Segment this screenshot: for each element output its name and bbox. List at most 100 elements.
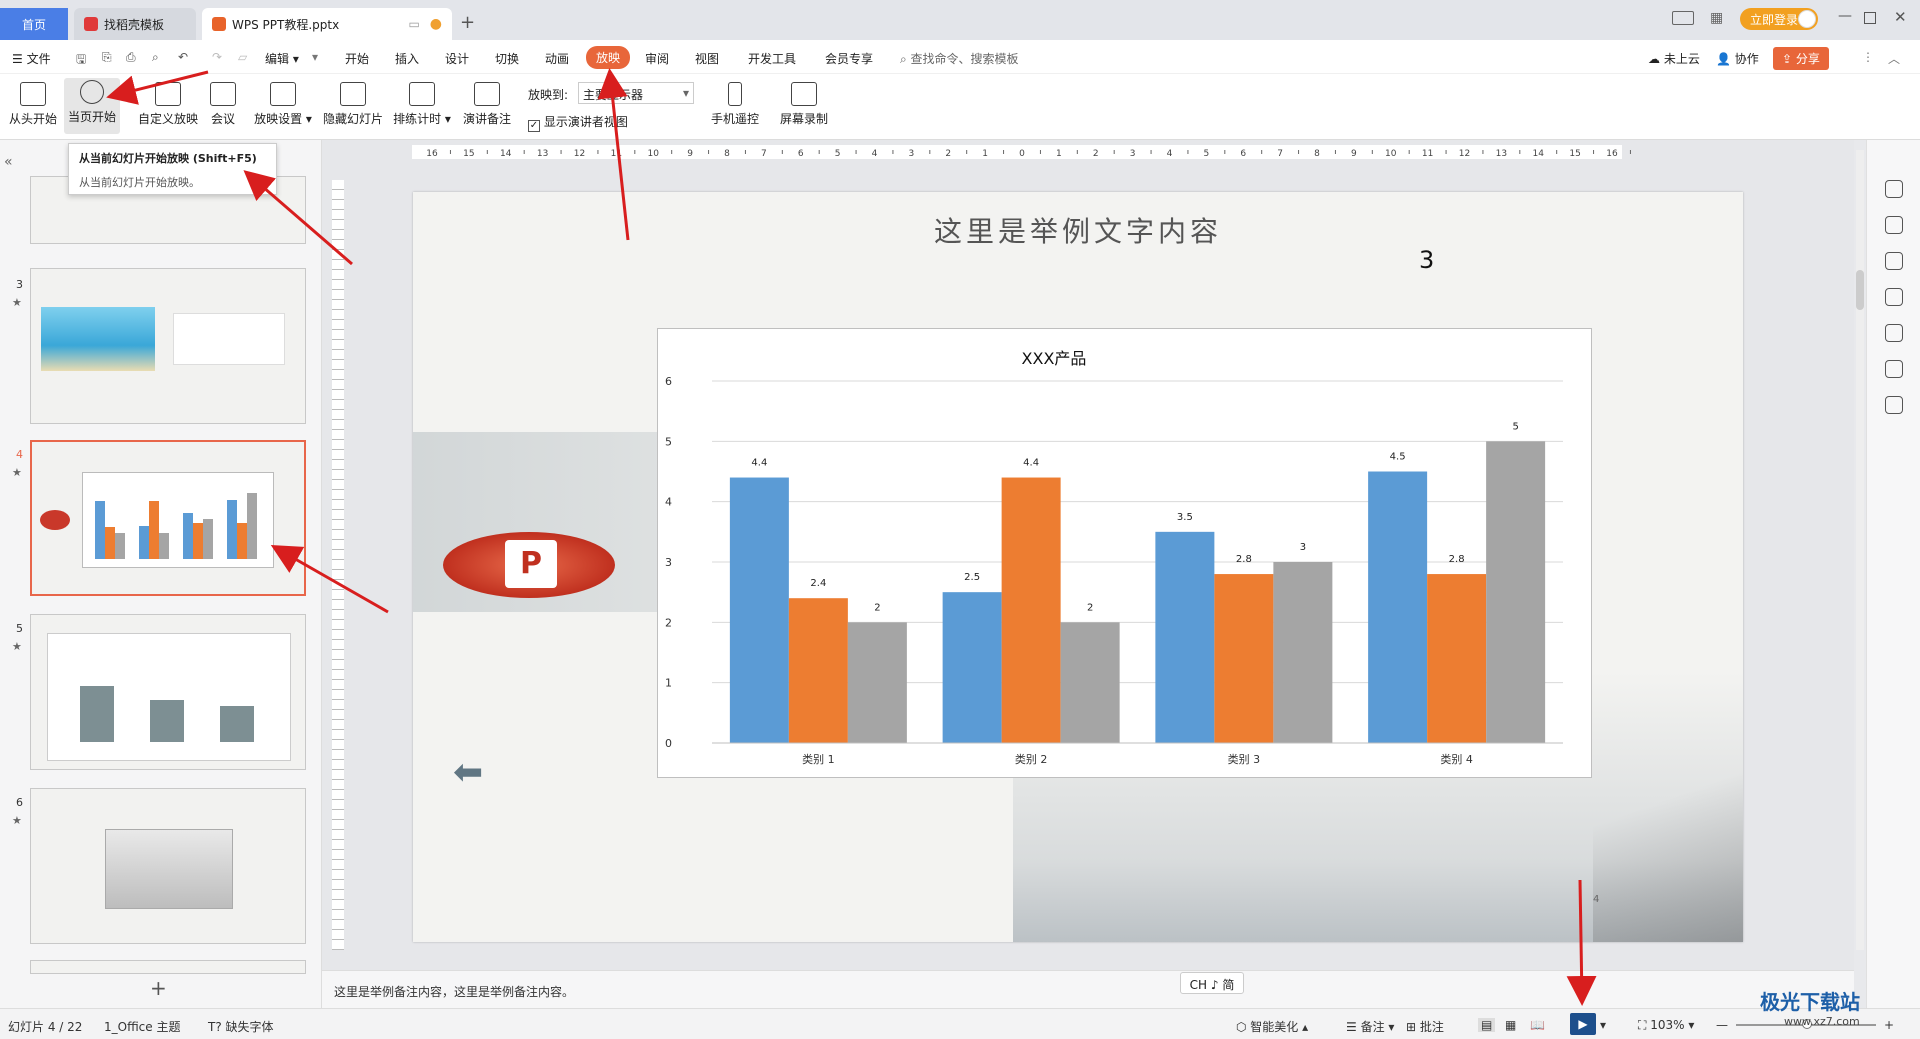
notes-text[interactable]: 这里是举例备注内容，这里是举例备注内容。 [334, 983, 574, 1000]
menu-transition[interactable]: 切换 [495, 50, 519, 67]
custom-show-button[interactable]: 自定义放映 [136, 82, 200, 127]
slide-thumb-5[interactable] [30, 614, 306, 770]
file-menu[interactable]: ☰ 文件 [12, 50, 51, 67]
rocket-icon[interactable] [1885, 180, 1903, 198]
button-label: 自定义放映 [137, 112, 198, 126]
screen-record-button[interactable]: 屏幕录制 [778, 82, 830, 127]
fit-window-icon[interactable]: ⛶ 103% ▾ [1638, 1018, 1694, 1033]
more-icon[interactable]: ▾ [312, 50, 318, 64]
back-arrow-icon[interactable]: ⬅ [453, 752, 483, 793]
sorter-view-icon[interactable]: ▦ [1505, 1018, 1516, 1032]
collapse-panel-icon[interactable]: « [4, 154, 13, 170]
print-icon[interactable]: ⎙ [126, 50, 136, 65]
effects-icon[interactable] [1885, 324, 1903, 342]
hide-slide-button[interactable]: 隐藏幻灯片 [322, 82, 384, 127]
speaker-notes-button[interactable]: 演讲备注 [462, 82, 512, 127]
redo-icon[interactable]: ↷ [212, 50, 222, 64]
from-start-button[interactable]: 从头开始 [8, 82, 58, 127]
normal-view-icon[interactable]: ▤ [1478, 1018, 1496, 1032]
format-painter-icon[interactable]: ▱ [238, 50, 247, 64]
apps-grid-icon[interactable]: ▦ [1710, 10, 1723, 26]
meeting-button[interactable]: 会议 [208, 82, 238, 127]
missing-font-button[interactable]: T? 缺失字体 [208, 1018, 274, 1035]
zoom-out-icon[interactable]: — [1716, 1018, 1728, 1032]
rehearse-timing-button[interactable]: 排练计时 ▾ [392, 82, 452, 127]
transition-icon[interactable] [1885, 288, 1903, 306]
new-tab-icon[interactable]: + [460, 12, 475, 33]
menu-design[interactable]: 设计 [445, 50, 469, 67]
checkbox-checked-icon: ✓ [528, 120, 540, 132]
monitor-select[interactable]: 主要显示器 ▾ [578, 82, 694, 104]
data-label: 2.8 [1449, 554, 1465, 565]
zoom-in-icon[interactable]: + [1884, 1018, 1894, 1032]
slide-thumb-6[interactable] [30, 788, 306, 944]
play-options-icon[interactable]: ▾ [1600, 1018, 1606, 1032]
close-icon[interactable]: ✕ [1894, 8, 1907, 26]
slide-thumb-4[interactable] [30, 440, 306, 596]
ime-indicator[interactable]: CH ♪ 简 [1180, 972, 1244, 994]
vertical-scrollbar[interactable] [1856, 150, 1864, 950]
menu-member[interactable]: 会员专享 [825, 50, 873, 67]
pin-icon[interactable] [1885, 252, 1903, 270]
ruler-tick-label: 11 [1422, 149, 1433, 159]
ruler-tick-label: 14 [1533, 149, 1545, 159]
search-box[interactable]: ⌕ 查找命令、搜索模板 [900, 50, 1019, 67]
button-label: 会议 [210, 112, 235, 126]
presenter-view-checkbox[interactable]: ✓ 显示演讲者视图 [528, 113, 628, 132]
tab-document[interactable]: WPS PPT教程.pptx ▭ ● [202, 8, 452, 40]
avatar[interactable] [1798, 10, 1816, 28]
play-slideshow-button[interactable]: ▶ [1570, 1013, 1596, 1035]
presenter-view-label: 显示演讲者视图 [543, 115, 628, 129]
share-button[interactable]: ⇪ 分享 [1773, 47, 1829, 70]
phone-remote-button[interactable]: 手机遥控 [710, 82, 760, 127]
tab-template[interactable]: 找稻壳模板 [74, 8, 196, 40]
beautify-button[interactable]: ⬡ 智能美化 ▴ [1236, 1018, 1308, 1035]
menu-view[interactable]: 视图 [695, 50, 719, 67]
collab-button[interactable]: 👤 协作 [1716, 50, 1759, 67]
y-tick-label: 6 [665, 375, 672, 388]
edit-menu[interactable]: 编辑 ▾ [265, 50, 299, 67]
maximize-icon[interactable] [1864, 12, 1876, 24]
menu-animation[interactable]: 动画 [545, 50, 569, 67]
ruler-tick-label: 15 [463, 149, 474, 159]
export-pdf-icon[interactable]: ⎘ [102, 50, 112, 65]
button-label: 从头开始 [8, 112, 57, 126]
book-icon[interactable] [1885, 396, 1903, 414]
monitor-icon[interactable]: ▭ [408, 17, 419, 31]
chart-container[interactable]: XXX产品 0 1 2 3 4 5 6 类别 1 4.4 2.4 2 类别 2 2.5 4.4 2 类别 3 3.… [657, 328, 1592, 778]
location-icon[interactable] [1885, 360, 1903, 378]
notes-pane[interactable]: 这里是举例备注内容，这里是举例备注内容。 CH ♪ 简 [322, 970, 1854, 1008]
theme-name[interactable]: 1_Office 主题 [104, 1018, 180, 1035]
menu-start[interactable]: 开始 [345, 50, 369, 67]
save-icon[interactable]: 🖫 [76, 50, 86, 71]
slide-thumb-3[interactable] [30, 268, 306, 424]
y-tick-label: 5 [665, 435, 672, 448]
slide-title[interactable]: 这里是举例文字内容 [413, 210, 1743, 250]
slide-thumb-7[interactable] [30, 960, 306, 974]
adjust-icon[interactable] [1885, 216, 1903, 234]
wps-window: 首页 找稻壳模板 WPS PPT教程.pptx ▭ ● + ▦ 立即登录 — ✕ ☰… [0, 0, 1920, 1039]
layout-icon[interactable] [1672, 11, 1694, 25]
menu-slideshow[interactable]: 放映 [586, 46, 631, 69]
comment-toggle[interactable]: ⊞ 批注 [1406, 1018, 1444, 1035]
more-options-icon[interactable]: ⋮ [1862, 50, 1874, 64]
notes-toggle[interactable]: ☰ 备注 ▾ [1346, 1018, 1394, 1035]
menu-insert[interactable]: 插入 [395, 50, 419, 67]
tab-home[interactable]: 首页 [0, 8, 68, 40]
reading-view-icon[interactable]: 📖 [1530, 1018, 1545, 1032]
cloud-status[interactable]: ☁ 未上云 [1648, 50, 1700, 67]
data-label: 2.4 [810, 578, 826, 589]
minimize-icon[interactable]: — [1838, 8, 1852, 24]
menu-developer[interactable]: 开发工具 [748, 50, 796, 67]
show-settings-button[interactable]: 放映设置 ▾ [252, 82, 314, 127]
slide-number-text[interactable]: 3 [1419, 246, 1434, 274]
add-slide-icon[interactable]: + [150, 976, 167, 1000]
from-current-button[interactable]: 当页开始 [64, 78, 120, 134]
preview-icon[interactable]: ⌕ [152, 50, 159, 65]
undo-icon[interactable]: ↶ [178, 50, 188, 64]
x-tick-label: 类别 1 [802, 752, 835, 766]
ruler-tick-label: 3 [909, 149, 915, 159]
ruler-track [412, 145, 1622, 159]
menu-review[interactable]: 审阅 [645, 50, 669, 67]
collapse-ribbon-icon[interactable]: ︿ [1888, 50, 1900, 67]
